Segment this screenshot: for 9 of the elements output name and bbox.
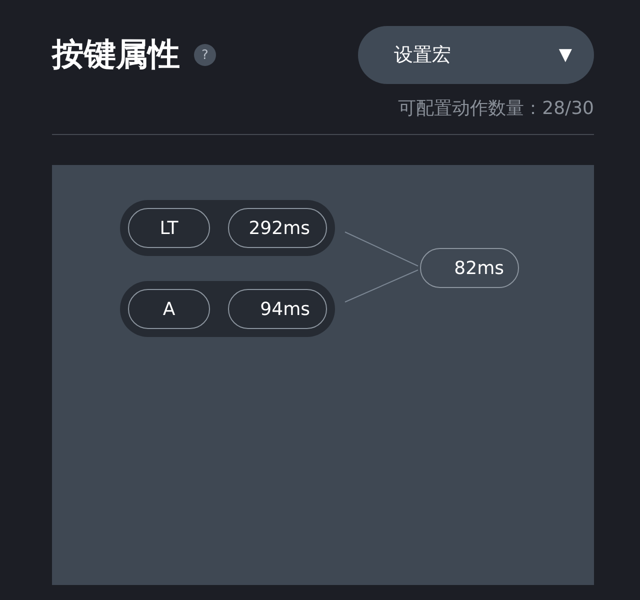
interval-pill[interactable]: 82ms bbox=[420, 248, 519, 288]
page-title: 按键属性 bbox=[52, 34, 180, 75]
action-count-text: 可配置动作数量：28/30 bbox=[397, 97, 594, 120]
key-pill[interactable]: LT bbox=[128, 208, 210, 248]
duration-pill[interactable]: 292ms bbox=[228, 208, 327, 248]
duration-pill[interactable]: 94ms bbox=[228, 289, 327, 329]
help-icon[interactable]: ? bbox=[194, 44, 216, 66]
mode-dropdown[interactable]: 设置宏 ▼ bbox=[358, 26, 594, 84]
key-pill[interactable]: A bbox=[128, 289, 210, 329]
